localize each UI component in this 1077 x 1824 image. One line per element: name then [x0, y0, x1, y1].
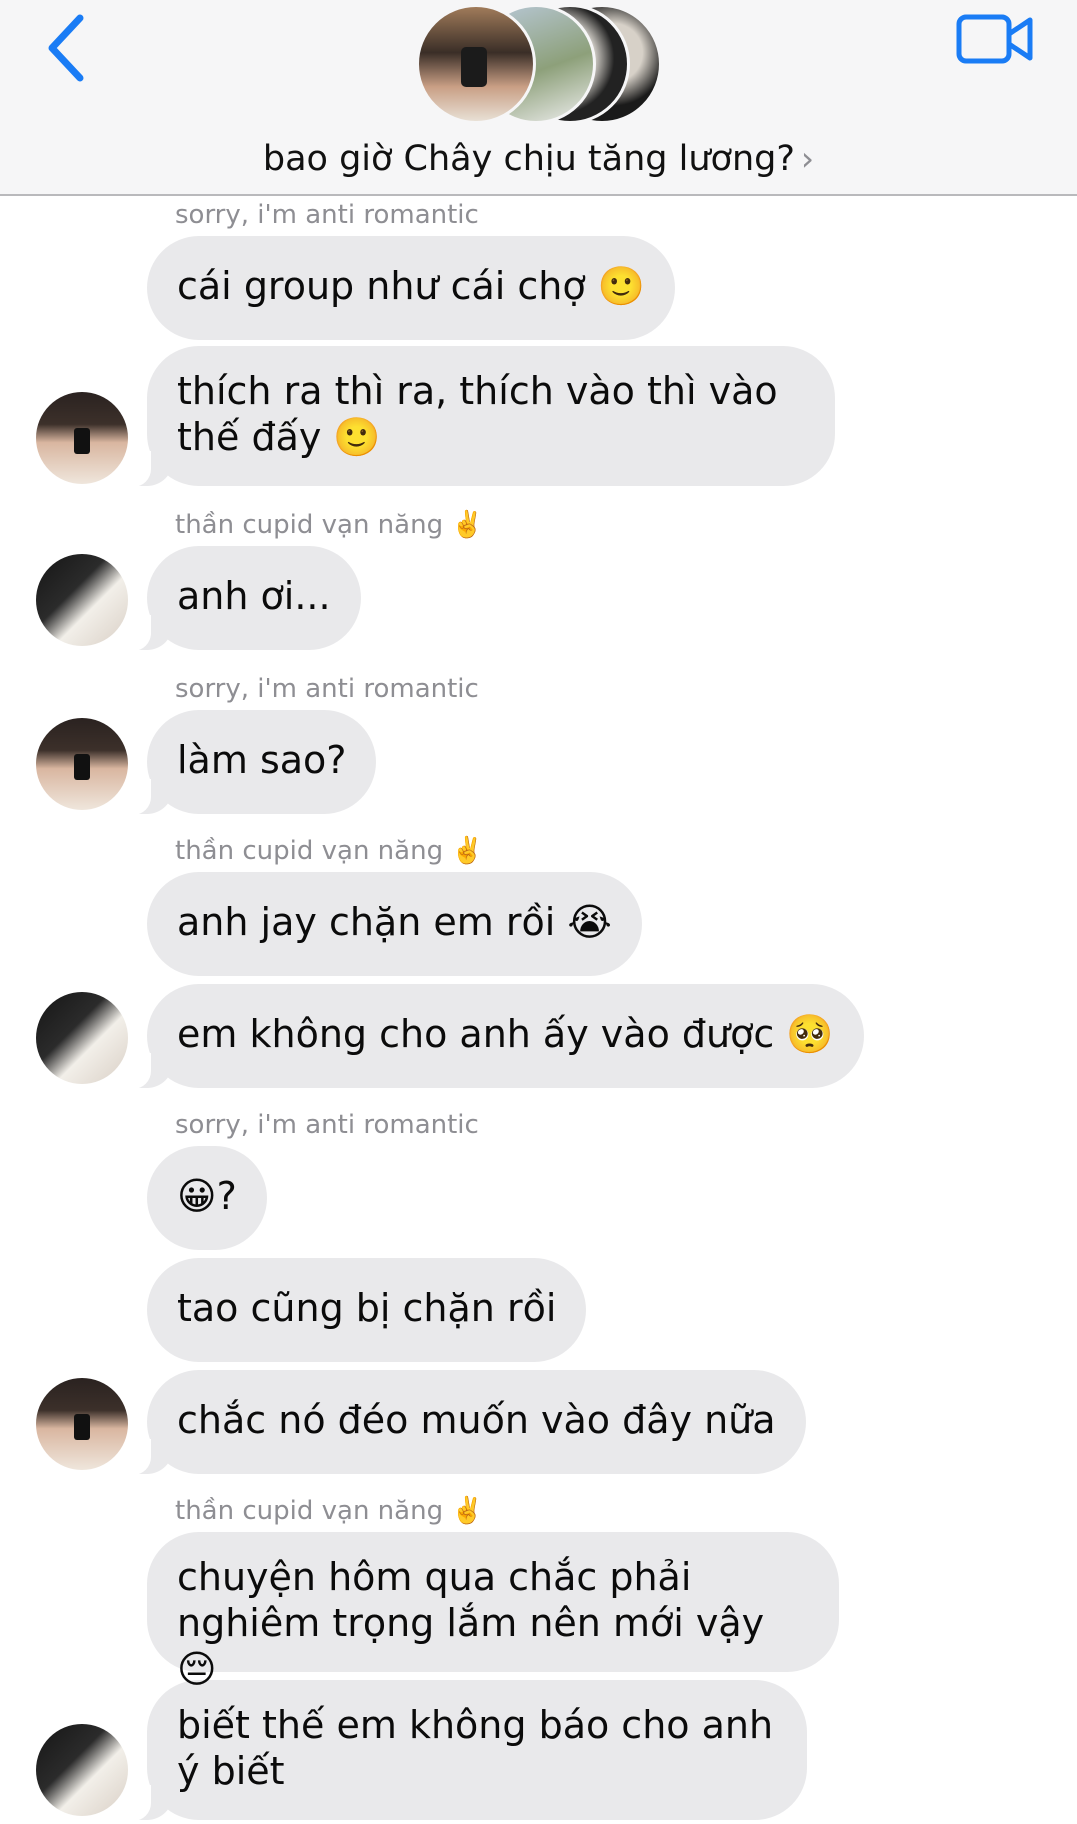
message-bubble[interactable]: anh jay chặn em rồi 😭 [147, 872, 642, 976]
sender-name: sorry, i'm anti romantic [175, 1110, 479, 1140]
message-bubble[interactable]: tao cũng bị chặn rồi [147, 1258, 587, 1362]
chat-header: bao giờ Chây chịu tăng lương? › [0, 0, 1077, 196]
message-bubble[interactable]: cái group như cái chợ 🙂 [147, 236, 676, 340]
sender-name: sorry, i'm anti romantic [175, 674, 479, 704]
message-bubble[interactable]: 😀? [147, 1146, 267, 1250]
message-bubble[interactable]: chuyện hôm qua chắc phải nghiêm trọng lắ… [147, 1532, 839, 1691]
sender-avatar[interactable] [36, 718, 128, 810]
video-call-button[interactable] [956, 14, 1034, 66]
message-bubble[interactable]: thích ra thì ra, thích vào thì vào thế đ… [125, 346, 835, 487]
sender-name: thần cupid vạn năng ✌️ [175, 1496, 484, 1526]
group-name: bao giờ Chây chịu tăng lương? [262, 139, 795, 179]
message-bubble[interactable]: biết thế em không báo cho anh ý biết [125, 1680, 807, 1821]
back-button[interactable] [44, 12, 94, 82]
sender-avatar[interactable] [36, 554, 128, 646]
group-name-button[interactable]: bao giờ Chây chịu tăng lương? › [0, 138, 1077, 180]
sender-name: thần cupid vạn năng ✌️ [175, 836, 484, 866]
group-member-avatar [416, 4, 536, 124]
message-bubble[interactable]: em không cho anh ấy vào được 🥺 [125, 984, 864, 1089]
sender-name: sorry, i'm anti romantic [175, 200, 479, 230]
sender-avatar[interactable] [36, 1724, 128, 1816]
message-thread[interactable]: sorry, i'm anti romantic cái group như c… [0, 196, 1077, 1824]
group-avatar-stack[interactable] [416, 4, 666, 126]
message-bubble[interactable]: làm sao? [124, 710, 377, 815]
sender-avatar[interactable] [36, 1378, 128, 1470]
sender-name: thần cupid vạn năng ✌️ [175, 510, 484, 540]
video-camera-icon [956, 14, 1033, 64]
sender-avatar[interactable] [36, 992, 128, 1084]
message-bubble[interactable]: anh ơi... [125, 546, 361, 651]
message-bubble[interactable]: chắc nó đéo muốn vào đây nữa [125, 1370, 806, 1475]
chevron-right-icon: › [800, 139, 815, 178]
sender-avatar[interactable] [36, 392, 128, 484]
chevron-left-icon [48, 14, 84, 82]
